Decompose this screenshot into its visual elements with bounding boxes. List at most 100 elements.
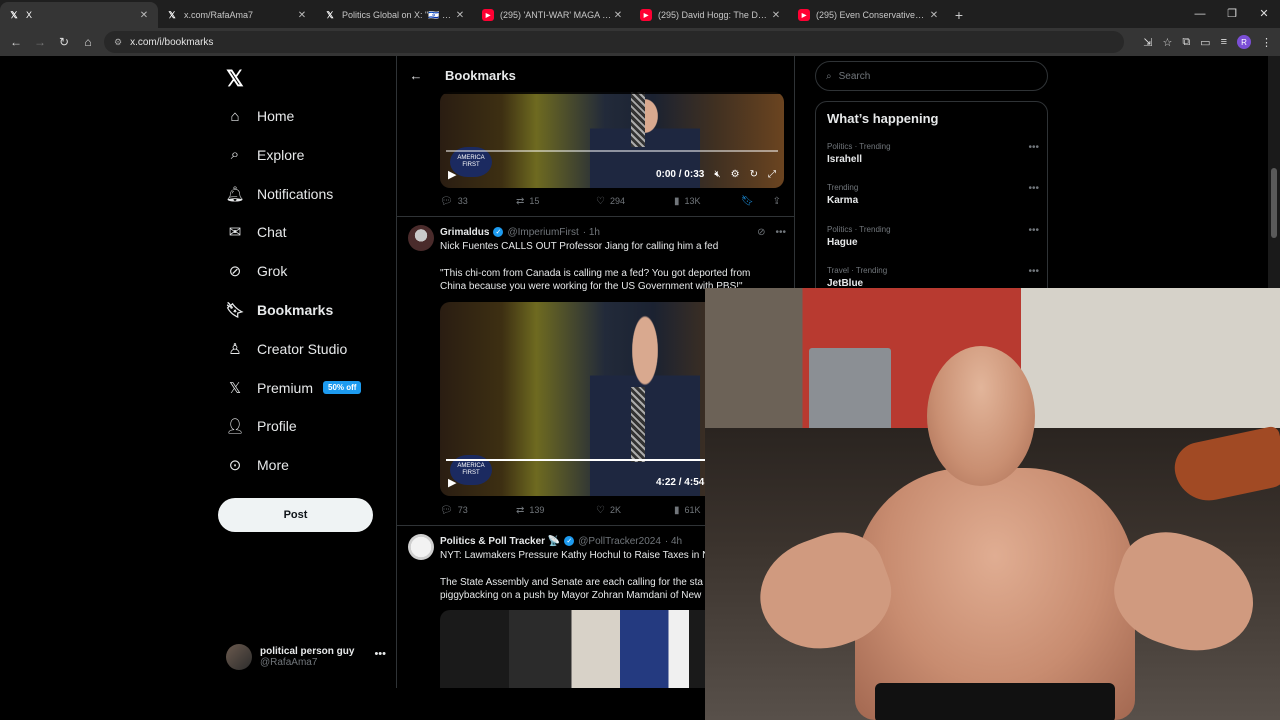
- like-button[interactable]: ♡ 294: [596, 196, 674, 207]
- nav-item-creator-studio[interactable]: ♙ Creator Studio: [226, 337, 347, 361]
- author-name[interactable]: Politics & Poll Tracker 📡: [440, 536, 560, 547]
- author-handle[interactable]: @PollTracker2024: [578, 536, 661, 547]
- scrollbar-thumb[interactable]: [1271, 168, 1277, 238]
- bookmark-button[interactable]: 🔖︎: [741, 196, 759, 207]
- tab-title: x.com/RafaAma7: [184, 10, 254, 20]
- account-more-icon[interactable]: •••: [374, 648, 386, 660]
- address-bar[interactable]: ⚙ x.com/i/bookmarks: [104, 31, 1124, 53]
- share-button[interactable]: ⇪: [773, 196, 786, 207]
- trend-item[interactable]: Politics · Trending Israhell •••: [827, 142, 1039, 172]
- browser-tab[interactable]: 𝕏x.com/RafaAma7 ✕: [158, 2, 316, 28]
- post-more-icon[interactable]: •••: [775, 227, 786, 238]
- x-favicon-icon: 𝕏: [326, 9, 334, 20]
- nav-item-explore[interactable]: ⌕ Explore: [226, 143, 305, 167]
- video-person: [590, 302, 700, 496]
- nav-item-grok[interactable]: ⊘ Grok: [226, 259, 288, 283]
- more-circle-icon: ⊙: [228, 457, 242, 475]
- tab-title: X: [26, 10, 33, 20]
- account-switcher[interactable]: political person guy @RafaAma7 •••: [226, 642, 386, 672]
- close-tab-icon[interactable]: ✕: [454, 10, 466, 21]
- reload-icon[interactable]: ↻: [52, 35, 76, 49]
- close-tab-icon[interactable]: ✕: [928, 10, 940, 21]
- search-icon: ⌕: [826, 70, 832, 82]
- like-button[interactable]: ♡ 2K: [596, 505, 674, 516]
- x-premium-icon: 𝕏: [228, 379, 242, 397]
- views-button[interactable]: ▮ 13K: [674, 196, 701, 207]
- video-progress-bar[interactable]: [446, 150, 778, 152]
- browser-tab[interactable]: ▶ (295) 'ANTI-WAR' MAGA Grifte ✕: [474, 2, 632, 28]
- trend-more-icon[interactable]: •••: [1028, 266, 1039, 277]
- search-input[interactable]: ⌕ Search: [815, 61, 1048, 91]
- minimize-button[interactable]: —: [1184, 0, 1216, 28]
- settings-icon[interactable]: ⚙: [731, 169, 740, 180]
- new-tab-button[interactable]: +: [948, 2, 970, 28]
- tab-title: (295) David Hogg: The Democ: [658, 10, 770, 20]
- repost-button[interactable]: ⇄ 139: [516, 505, 596, 516]
- grok-icon[interactable]: ⊘: [757, 227, 765, 238]
- close-window-button[interactable]: ✕: [1248, 0, 1280, 28]
- close-tab-icon[interactable]: ✕: [612, 10, 624, 21]
- nav-item-premium[interactable]: 𝕏 Premium 50% off: [226, 376, 362, 400]
- x-logo-icon[interactable]: 𝕏: [226, 66, 244, 92]
- post-button[interactable]: Post: [218, 498, 373, 532]
- post-time[interactable]: · 1h: [583, 227, 600, 238]
- maximize-button[interactable]: ❐: [1216, 0, 1248, 28]
- post-avatar[interactable]: [408, 534, 434, 560]
- nav-item-profile[interactable]: 👤︎ Profile: [225, 414, 296, 438]
- reply-button[interactable]: 💬︎ 33: [440, 196, 516, 207]
- author-handle[interactable]: @ImperiumFirst: [507, 227, 578, 238]
- page-title: Bookmarks: [445, 67, 516, 83]
- browser-tab[interactable]: ▶ (295) Even Conservatives Are D✕: [790, 2, 948, 28]
- back-icon[interactable]: ←: [4, 35, 28, 49]
- extensions-icon[interactable]: ⧉: [1182, 36, 1190, 49]
- trend-item[interactable]: Trending Karma •••: [827, 183, 1039, 213]
- nav-item-chat[interactable]: ✉ Chat: [226, 220, 287, 244]
- home-browser-icon[interactable]: ⌂: [76, 35, 100, 49]
- trend-more-icon[interactable]: •••: [1028, 183, 1039, 194]
- author-name[interactable]: Grimaldus: [440, 227, 489, 238]
- nav-item-home[interactable]: ⌂ Home: [226, 104, 294, 128]
- post-video[interactable]: AMERICA FIRST ▶ 0:00 / 0:33 🔇︎ ⚙ ↻ ⤢: [440, 92, 784, 188]
- post-time[interactable]: · 4h: [665, 536, 682, 547]
- forward-icon[interactable]: →: [28, 35, 52, 49]
- play-icon[interactable]: ▶: [448, 168, 456, 181]
- views-icon: ▮: [674, 504, 680, 516]
- menu-kebab-icon[interactable]: ⋮: [1261, 36, 1272, 49]
- install-app-icon[interactable]: ⇲: [1143, 36, 1152, 49]
- heart-icon: ♡: [596, 504, 605, 516]
- search-placeholder: Search: [838, 70, 871, 82]
- trend-item[interactable]: Politics · Trending Hague •••: [827, 225, 1039, 255]
- media-icon[interactable]: ≡: [1221, 36, 1227, 48]
- sidepanel-icon[interactable]: ▭: [1200, 36, 1210, 49]
- trend-more-icon[interactable]: •••: [1028, 225, 1039, 236]
- browser-tab-strip: 𝕏 X ✕ 𝕏x.com/RafaAma7 ✕ 𝕏 Politics Global on X…: [0, 0, 1280, 28]
- loop-icon[interactable]: ↻: [750, 169, 758, 180]
- post-avatar[interactable]: [408, 225, 434, 251]
- reply-button[interactable]: 💬︎ 73: [440, 505, 516, 516]
- tab-title: Politics Global on X: "🇮🇱 BRE: [342, 9, 454, 20]
- close-tab-icon[interactable]: ✕: [296, 10, 308, 21]
- fullscreen-icon[interactable]: ⤢: [768, 169, 776, 180]
- nav-item-bookmarks[interactable]: 🔖︎ Bookmarks: [225, 298, 333, 322]
- browser-tab[interactable]: 𝕏 Politics Global on X: "🇮🇱 BRE ✕: [316, 2, 474, 28]
- back-arrow-icon[interactable]: ←: [399, 68, 433, 83]
- browser-tab[interactable]: 𝕏 X ✕: [0, 2, 158, 28]
- trend-more-icon[interactable]: •••: [1028, 142, 1039, 153]
- trend-name: Israhell: [827, 154, 863, 165]
- play-icon[interactable]: ▶: [448, 476, 456, 489]
- verified-icon: ✓: [493, 227, 504, 237]
- nav-item-more[interactable]: ⊙ More: [226, 453, 289, 477]
- close-tab-icon[interactable]: ✕: [138, 10, 150, 21]
- views-button[interactable]: ▮ 61K: [674, 505, 701, 516]
- video-time: 0:00 / 0:33: [655, 168, 705, 180]
- browser-tab[interactable]: ▶ (295) David Hogg: The Democ ✕: [632, 2, 790, 28]
- close-tab-icon[interactable]: ✕: [770, 10, 782, 21]
- youtube-icon: ▶: [640, 9, 652, 21]
- site-info-icon[interactable]: ⚙: [114, 37, 122, 48]
- person-icon: 👤︎: [225, 418, 245, 436]
- bookmark-star-icon[interactable]: ☆: [1162, 36, 1172, 49]
- mute-icon[interactable]: 🔇︎: [714, 169, 720, 180]
- nav-item-notifications[interactable]: 🔔︎ Notifications: [225, 182, 333, 206]
- repost-button[interactable]: ⇄ 15: [516, 196, 596, 207]
- profile-avatar[interactable]: R: [1237, 35, 1251, 49]
